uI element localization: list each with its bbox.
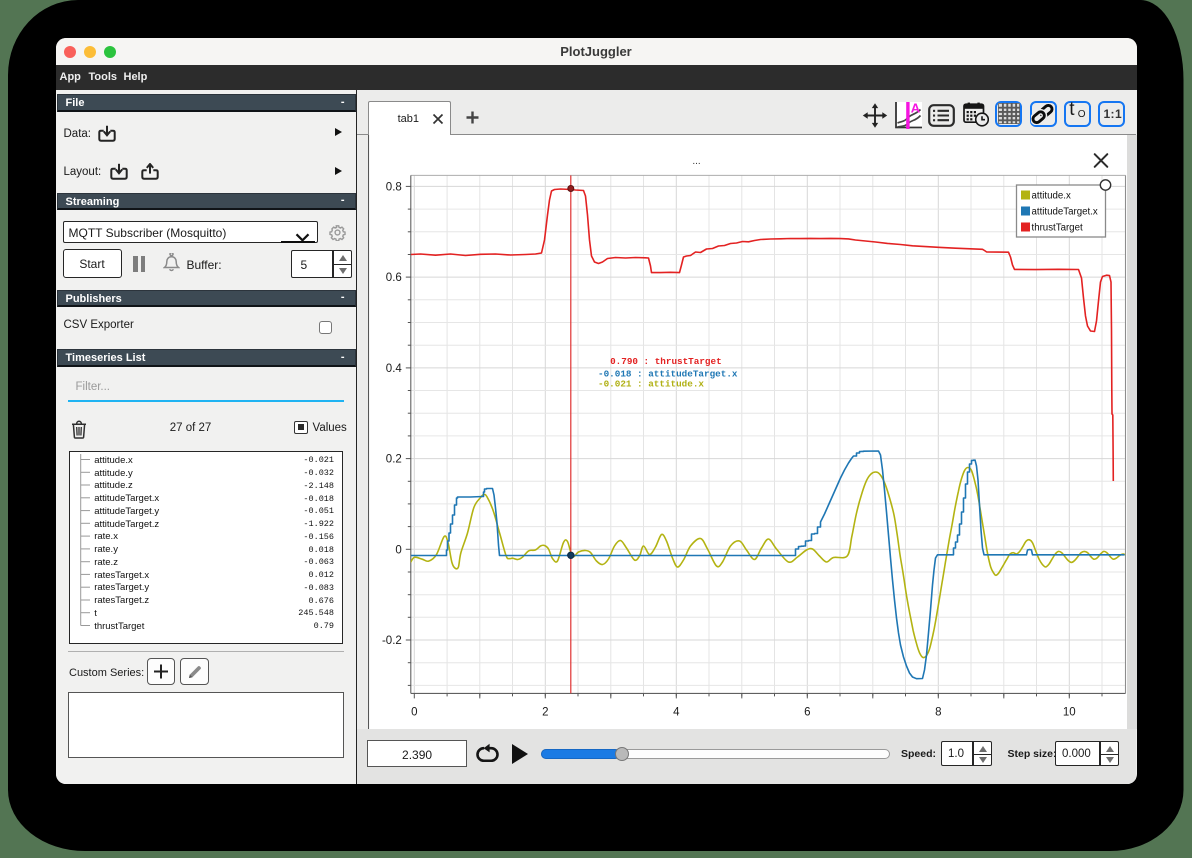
svg-text:10: 10 [1062,706,1075,718]
svg-text:4: 4 [673,706,680,718]
svg-text:0.8: 0.8 [385,181,401,193]
svg-text:attitude.x: attitude.x [1031,191,1070,202]
svg-text:...: ... [692,156,700,167]
svg-text:A: A [911,102,921,116]
svg-text:8: 8 [935,706,941,718]
svg-text:thrustTarget: thrustTarget [1031,223,1082,234]
svg-text:0.790 : thrustTarget: 0.790 : thrustTarget [604,356,721,367]
svg-text:-0.2: -0.2 [381,635,401,647]
svg-text:-0.021 : attitude.x: -0.021 : attitude.x [598,379,704,390]
svg-text:6: 6 [804,706,810,718]
svg-text:0: 0 [395,544,401,556]
svg-text:0.2: 0.2 [385,454,401,466]
svg-text:0.4: 0.4 [385,363,402,375]
svg-text:0.6: 0.6 [385,272,401,284]
svg-text:attitudeTarget.x: attitudeTarget.x [1031,207,1097,218]
svg-text:0: 0 [411,706,417,718]
svg-text:2: 2 [542,706,548,718]
